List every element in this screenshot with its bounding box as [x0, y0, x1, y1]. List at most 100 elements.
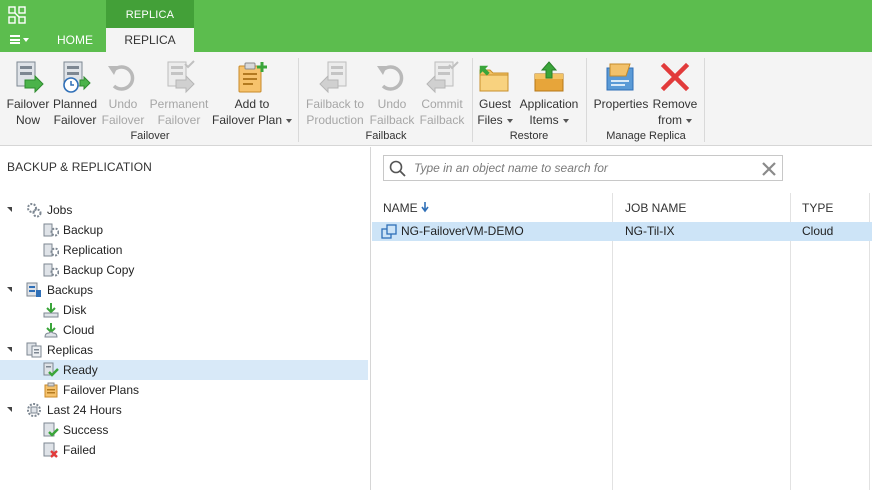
backups-icon [26, 282, 41, 297]
undo-arrow-icon [375, 60, 409, 94]
ribbon-separator [298, 58, 299, 142]
add-to-failover-plan-button[interactable]: Add to Failover Plan [212, 60, 293, 128]
failback-to-production-label-1: Failback to [305, 97, 365, 111]
ribbon-group-manage-replica: Manage Replica [606, 130, 686, 142]
tree-item-replicas[interactable]: Replicas [0, 340, 368, 360]
disk-icon [43, 303, 59, 318]
properties-icon [604, 60, 638, 94]
planned-failover-label-2: Failover [53, 113, 97, 127]
clear-search-icon[interactable] [761, 161, 777, 177]
add-to-failover-plan-text: Failover Plan [212, 113, 283, 127]
app-logo-icon[interactable] [8, 6, 26, 24]
search-icon [389, 160, 406, 177]
permanent-failover-label-2: Failover [157, 113, 201, 127]
content-pane: NAME JOB NAME TYPE NG-FailoverVM-DEMO NG… [372, 147, 872, 490]
failover-now-label-2: Now [15, 113, 40, 127]
pane-title: BACKUP & REPLICATION [7, 160, 152, 174]
undo-failover-button[interactable]: Undo Failover [100, 60, 146, 128]
search-input[interactable] [414, 159, 754, 177]
table-row[interactable]: NG-FailoverVM-DEMO NG-Til-IX Cloud [372, 222, 872, 241]
commit-failback-button[interactable]: Commit Failback [416, 60, 468, 128]
tree-item-backup-copy[interactable]: Backup Copy [0, 260, 368, 280]
tree-label: Last 24 Hours [47, 403, 122, 417]
ribbon-separator [704, 58, 705, 142]
application-items-label-1: Application [519, 97, 579, 111]
application-items-label-2: Items [516, 112, 582, 128]
expand-arrow-icon[interactable] [7, 347, 12, 352]
replica-tools-context-label: REPLICA TOOLS [106, 0, 194, 51]
cloud-icon [44, 323, 58, 338]
main-menu-button[interactable] [6, 32, 34, 48]
permanent-failover-button[interactable]: Permanent Failover [148, 60, 210, 128]
remove-from-button[interactable]: Remove from [650, 60, 700, 128]
expand-arrow-icon[interactable] [7, 287, 12, 292]
failover-now-icon [11, 60, 45, 94]
tree-item-jobs[interactable]: Jobs [0, 200, 368, 220]
ribbon-group-failback: Failback [365, 130, 407, 142]
column-header-name[interactable]: NAME [372, 193, 612, 221]
failback-to-production-button[interactable]: Failback to Production [303, 60, 367, 128]
application-items-button[interactable]: Application Items [516, 60, 582, 128]
undo-failback-label-2: Failback [369, 113, 415, 127]
commit-failback-icon [425, 60, 459, 94]
column-header-label: JOB NAME [625, 201, 687, 215]
tree-item-success[interactable]: Success [0, 420, 368, 440]
tab-home[interactable]: HOME [48, 28, 102, 52]
tree-label: Ready [63, 363, 98, 377]
success-icon [43, 422, 59, 437]
tree-item-backup[interactable]: Backup [0, 220, 368, 240]
tree-item-ready[interactable]: Ready [0, 360, 368, 380]
tree-label: Jobs [47, 203, 73, 217]
tree-item-replication[interactable]: Replication [0, 240, 368, 260]
ready-icon [43, 362, 59, 377]
tree-label: Replication [63, 243, 123, 257]
column-header-type[interactable]: TYPE [791, 193, 872, 221]
jobs-icon [27, 203, 42, 218]
properties-button[interactable]: Properties [592, 60, 650, 112]
permanent-failover-label-1: Permanent [149, 97, 209, 111]
tree-label: Failover Plans [63, 383, 140, 397]
expand-arrow-icon[interactable] [7, 207, 12, 212]
guest-files-button[interactable]: Guest Files [476, 60, 514, 128]
column-header-job-name[interactable]: JOB NAME [614, 193, 801, 221]
replicas-icon [26, 342, 42, 358]
hamburger-icon [10, 35, 20, 44]
expand-arrow-icon[interactable] [7, 407, 12, 412]
commit-failback-label-1: Commit [421, 97, 463, 111]
undo-arrow-icon [106, 60, 140, 94]
tab-replica[interactable]: REPLICA [106, 28, 194, 52]
backup-copy-job-icon [43, 263, 59, 277]
tree-item-disk[interactable]: Disk [0, 300, 368, 320]
guest-files-label-1: Guest [478, 97, 511, 111]
application-items-text: Items [529, 113, 559, 127]
undo-failback-label-1: Undo [377, 97, 407, 111]
tree-item-cloud[interactable]: Cloud [0, 320, 368, 340]
tree-label: Disk [63, 303, 87, 317]
tree-item-last-24-hours[interactable]: Last 24 Hours [0, 400, 368, 420]
search-box [383, 155, 783, 181]
failover-now-button[interactable]: Failover Now [4, 60, 52, 128]
ribbon-separator [586, 58, 587, 142]
chevron-down-icon [286, 118, 293, 123]
remove-from-label-2: from [650, 112, 700, 128]
tree-item-failover-plans[interactable]: Failover Plans [0, 380, 368, 400]
chevron-down-icon [506, 118, 513, 123]
tree-item-backups[interactable]: Backups [0, 280, 368, 300]
guest-files-label-2: Files [476, 112, 514, 128]
undo-failover-label-2: Failover [101, 113, 145, 127]
last-24-hours-icon [27, 403, 41, 417]
commit-failback-label-2: Failback [419, 113, 465, 127]
add-to-failover-plan-label-2: Failover Plan [212, 112, 293, 128]
planned-failover-button[interactable]: Planned Failover [52, 60, 98, 128]
permanent-failover-icon [162, 60, 196, 94]
navigation-pane: BACKUP & REPLICATION Jobs Backup Replica… [0, 147, 371, 490]
tree-item-failed[interactable]: Failed [0, 440, 368, 460]
vm-replica-icon [381, 224, 397, 239]
tree-label: Replicas [47, 343, 94, 357]
tree-label: Backup [63, 223, 104, 237]
tree-label: Backup Copy [63, 263, 135, 277]
replication-job-icon [43, 243, 59, 257]
backup-job-icon [43, 223, 59, 237]
undo-failback-button[interactable]: Undo Failback [368, 60, 416, 128]
ribbon: Failover Now Planned Failover Undo Failo [0, 52, 872, 146]
